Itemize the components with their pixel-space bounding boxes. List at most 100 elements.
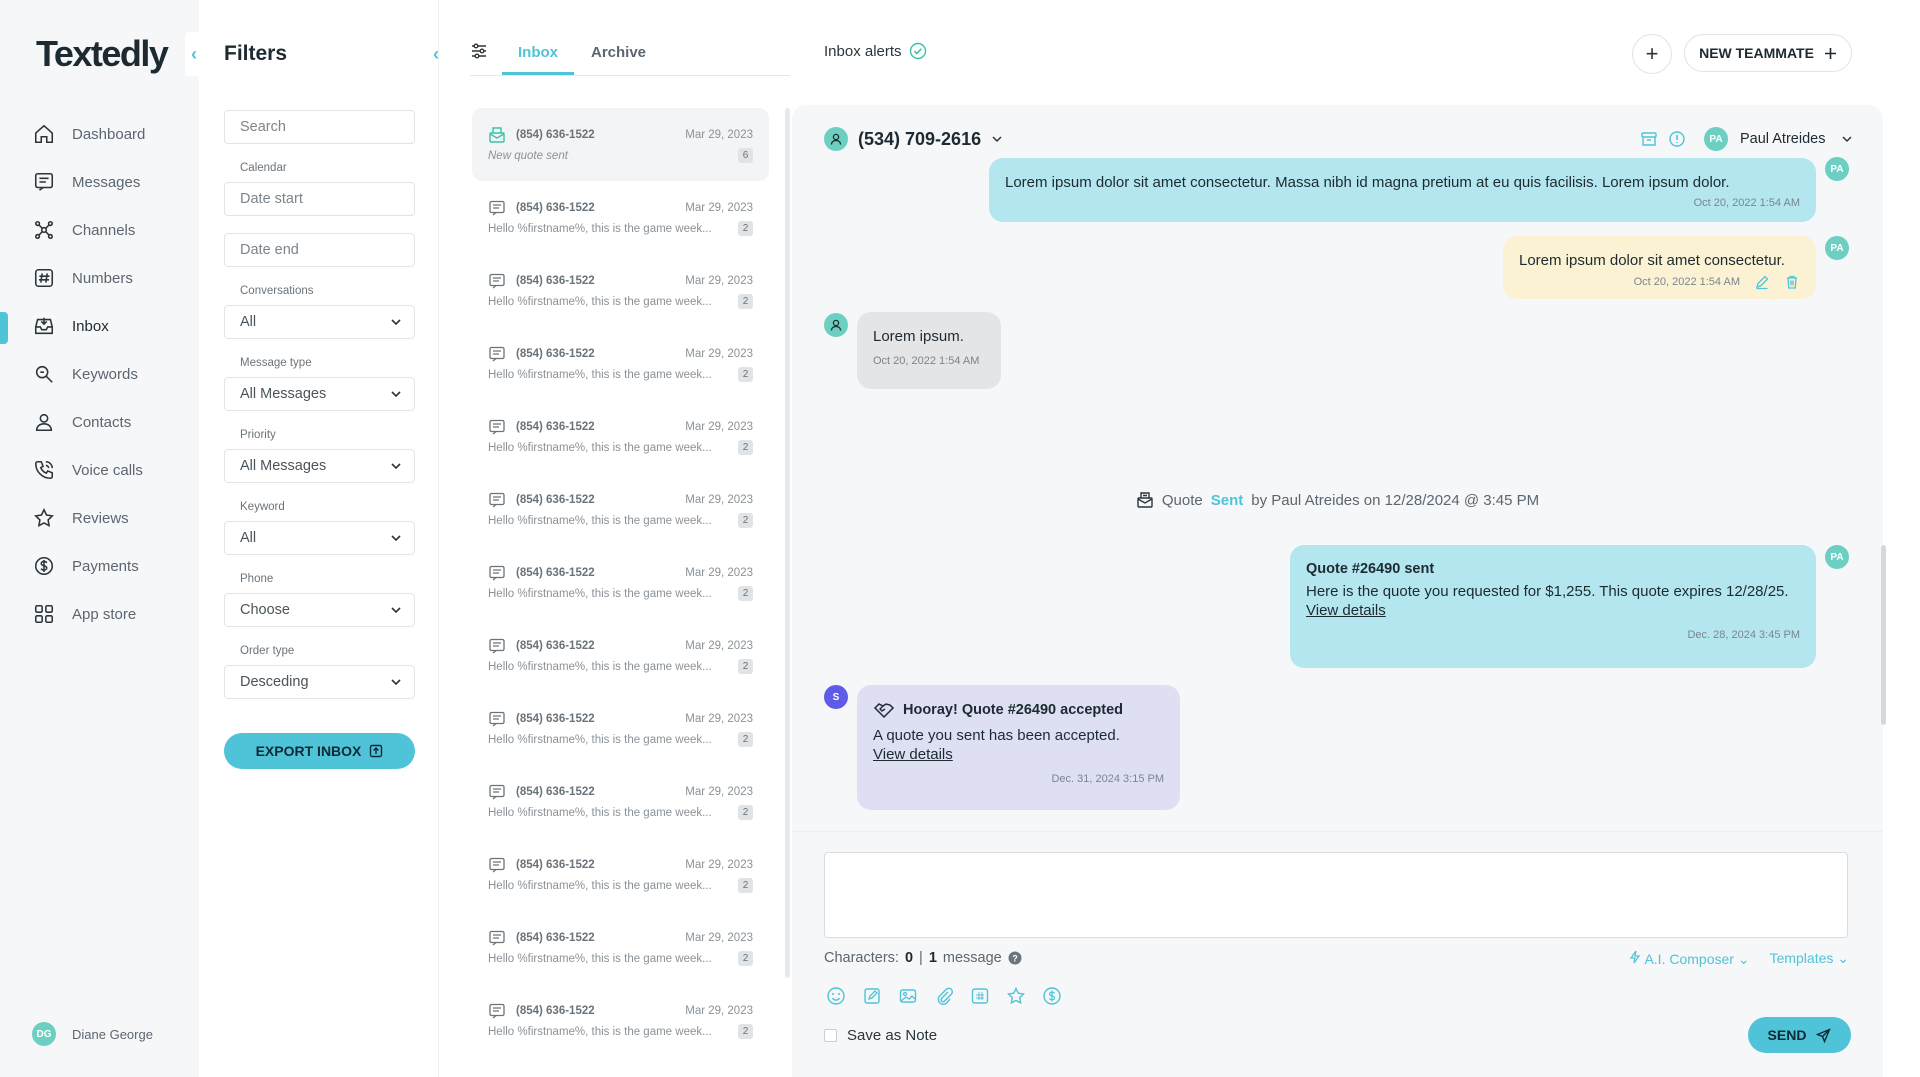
star-icon[interactable] [1004,984,1028,1008]
nav-label: Reviews [72,509,129,527]
date-end-input[interactable]: Date end [224,233,415,267]
list-item-header: (854) 636-1522 Mar 29, 2023 [488,637,753,655]
list-item[interactable]: (854) 636-1522 Mar 29, 2023 Hello %firstna… [472,473,769,546]
save-as-note-checkbox[interactable] [824,1029,837,1042]
plus-icon [1824,47,1836,59]
list-item-body: New quote sent 6 [488,148,753,163]
avatar: PA [1825,236,1849,260]
nav-item-payments[interactable]: Payments [0,542,199,590]
add-button[interactable]: + [1632,34,1672,74]
chevron-down-icon[interactable] [1841,133,1853,145]
attachment-icon[interactable] [932,984,956,1008]
search-input[interactable]: Search [224,110,415,144]
list-item[interactable]: (854) 636-1522 Mar 29, 2023 Hello %firstna… [472,984,769,1057]
message-time: Oct 20, 2022 1:54 AM [1633,276,1740,288]
message-time: Dec. 31, 2024 3:15 PM [1051,773,1164,785]
list-item-preview: Hello %firstname%, this is the game week… [488,368,712,381]
nav-item-app-store[interactable]: App store [0,590,199,638]
nav-item-dashboard[interactable]: Dashboard [0,110,199,158]
help-icon[interactable]: ? [1008,951,1022,965]
order-type-select[interactable]: Desceding [224,665,415,699]
list-item[interactable]: (854) 636-1522 Mar 29, 2023 New quote sent… [472,108,769,181]
list-item[interactable]: (854) 636-1522 Mar 29, 2023 Hello %firstna… [472,400,769,473]
list-item[interactable]: (854) 636-1522 Mar 29, 2023 Hello %firstna… [472,619,769,692]
list-item-body: Hello %firstname%, this is the game week… [488,805,753,820]
gif-icon[interactable] [968,984,992,1008]
unread-count-badge: 2 [738,805,753,820]
nav-label: Numbers [72,269,133,287]
chevron-down-icon [391,679,401,686]
list-item-header: (854) 636-1522 Mar 29, 2023 [488,418,753,436]
unread-count-badge: 2 [738,732,753,747]
sliders-icon[interactable] [470,42,488,60]
compose-icon[interactable] [860,984,884,1008]
keyword-select[interactable]: All [224,521,415,555]
nav-item-inbox[interactable]: Inbox [0,302,199,350]
user-profile[interactable]: DG Diane George [32,1022,153,1046]
conversation-header[interactable]: (534) 709-2616 [824,127,1003,151]
priority-select[interactable]: All Messages [224,449,415,483]
list-item[interactable]: (854) 636-1522 Mar 29, 2023 Hello %firstna… [472,765,769,838]
assignee-name[interactable]: Paul Atreides [1740,131,1825,147]
emoji-icon[interactable] [824,984,848,1008]
conversations-select[interactable]: All [224,305,415,339]
view-details-link[interactable]: View details [1306,602,1800,619]
message-icon [488,856,506,874]
dollar-icon[interactable] [1040,984,1064,1008]
nav-item-contacts[interactable]: Contacts [0,398,199,446]
list-item-body: Hello %firstname%, this is the game week… [488,367,753,382]
date-start-input[interactable]: Date start [224,182,415,216]
alert-icon[interactable] [1668,130,1686,148]
tab-archive[interactable]: Archive [591,44,646,73]
conversation-scrollbar[interactable] [1881,545,1886,725]
message-type-select[interactable]: All Messages [224,377,415,411]
list-item[interactable]: (854) 636-1522 Mar 29, 2023 Hello %firstna… [472,327,769,400]
list-item-preview: Hello %firstname%, this is the game week… [488,295,712,308]
new-teammate-button[interactable]: NEW TEAMMATE [1684,34,1852,72]
message-input[interactable] [824,852,1848,938]
handshake-icon [873,703,895,719]
new-teammate-label: NEW TEAMMATE [1699,45,1814,61]
list-item[interactable]: (854) 636-1522 Mar 29, 2023 Hello %firstna… [472,911,769,984]
nav-item-numbers[interactable]: Numbers [0,254,199,302]
tab-inbox[interactable]: Inbox [502,44,574,75]
templates-button[interactable]: Templates ⌄ [1770,950,1849,968]
view-details-link[interactable]: View details [873,746,1164,763]
list-item-header: (854) 636-1522 Mar 29, 2023 [488,783,753,801]
message-icon [488,199,506,217]
trash-icon[interactable] [1784,274,1800,290]
nav-item-channels[interactable]: Channels [0,206,199,254]
export-inbox-button[interactable]: EXPORT INBOX [224,733,415,769]
edit-icon[interactable] [1754,274,1770,290]
unread-count-badge: 2 [738,221,753,236]
nav-label: Keywords [72,365,138,383]
list-item[interactable]: (854) 636-1522 Mar 29, 2023 Hello %firstna… [472,546,769,619]
send-button[interactable]: SEND [1748,1017,1851,1053]
nav-item-voice-calls[interactable]: Voice calls [0,446,199,494]
avatar: PA [1825,545,1849,569]
logo: Textedly [36,33,169,74]
nav-item-messages[interactable]: Messages [0,158,199,206]
unread-count-badge: 6 [738,148,753,163]
list-scrollbar[interactable] [785,108,790,978]
archive-icon[interactable] [1640,130,1658,148]
list-item[interactable]: (854) 636-1522 Mar 29, 2023 Hello %firstna… [472,692,769,765]
chevron-down-icon [992,136,1002,143]
avatar: PA [1825,157,1849,181]
nav-item-reviews[interactable]: Reviews [0,494,199,542]
composer-actions: A.I. Composer ⌄ Templates ⌄ [1629,950,1849,968]
save-as-note: Save as Note [824,1027,937,1044]
message-icon [488,272,506,290]
nav-item-keywords[interactable]: Keywords [0,350,199,398]
image-icon[interactable] [896,984,920,1008]
list-item[interactable]: (854) 636-1522 Mar 29, 2023 Hello %firstna… [472,254,769,327]
inbox-alerts[interactable]: Inbox alerts [824,42,927,60]
list-item[interactable]: (854) 636-1522 Mar 29, 2023 Hello %firstna… [472,181,769,254]
select-value: All Messages [240,386,327,402]
list-item[interactable]: (854) 636-1522 Mar 29, 2023 Hello %firstna… [472,838,769,911]
phone-select[interactable]: Choose [224,593,415,627]
nav-label: Dashboard [72,125,146,143]
svg-text:?: ? [1012,954,1018,964]
chevron-down-icon [391,319,401,326]
ai-composer-button[interactable]: A.I. Composer ⌄ [1629,950,1750,968]
